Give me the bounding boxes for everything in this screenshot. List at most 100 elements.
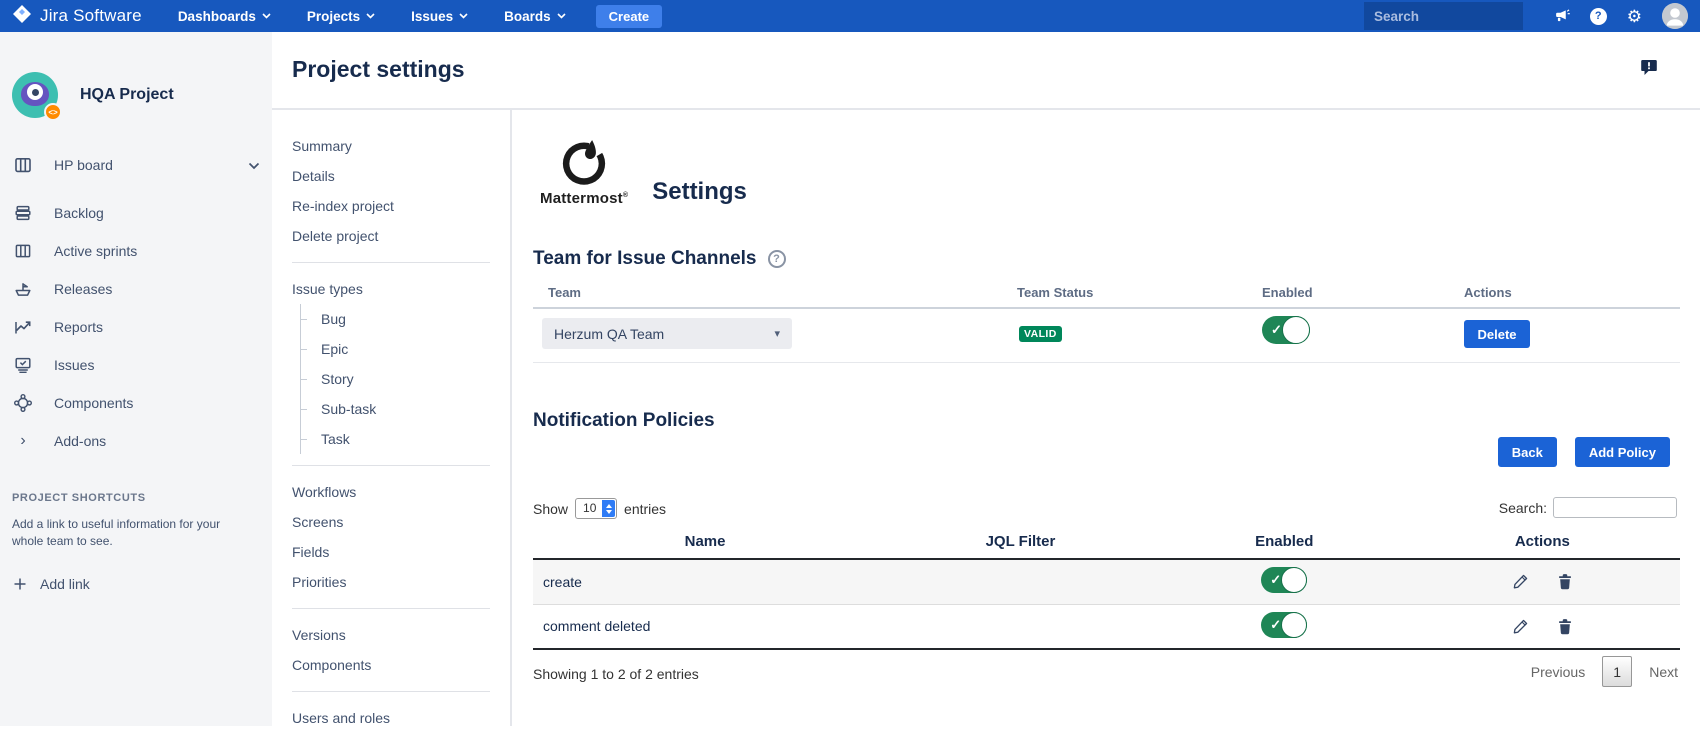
back-button[interactable]: Back	[1498, 437, 1557, 467]
code-badge-icon: <>	[44, 103, 62, 121]
gear-icon[interactable]: ⚙	[1627, 8, 1642, 25]
feedback-icon[interactable]	[1640, 58, 1658, 81]
pagination: Previous 1 Next	[1531, 656, 1678, 687]
col-jql[interactable]: JQL Filter	[877, 528, 1164, 559]
settings-nav-workflows[interactable]: Workflows	[292, 477, 510, 507]
divider	[292, 691, 490, 692]
check-icon: ✓	[1270, 617, 1281, 633]
sidebar-item-active-sprints[interactable]: Active sprints	[0, 232, 272, 270]
sprints-icon	[12, 240, 34, 262]
current-page-button[interactable]: 1	[1602, 656, 1632, 687]
help-circle-icon[interactable]: ?	[768, 250, 786, 268]
trash-icon[interactable]	[1557, 573, 1573, 590]
policy-name: create	[533, 559, 877, 604]
project-settings-nav: Summary Details Re-index project Delete …	[272, 110, 512, 726]
policies-search-input[interactable]	[1553, 497, 1677, 518]
user-avatar[interactable]	[1662, 3, 1688, 29]
col-name[interactable]: Name	[533, 528, 877, 559]
team-enabled-toggle[interactable]: ✓	[1262, 316, 1310, 344]
sidebar-menu: HP board Backlog Active sprints Releases	[0, 146, 272, 460]
col-actions[interactable]: Actions	[1405, 528, 1680, 559]
menu-boards[interactable]: Boards	[504, 9, 566, 24]
policy-enabled-toggle[interactable]: ✓	[1261, 612, 1307, 638]
sidebar-item-backlog[interactable]: Backlog	[0, 194, 272, 232]
check-icon: ✓	[1271, 322, 1282, 338]
col-enabled[interactable]: Enabled	[1164, 528, 1405, 559]
team-dropdown[interactable]: Herzum QA Team ▾	[542, 318, 792, 349]
select-stepper-icon	[602, 500, 615, 517]
megaphone-icon[interactable]	[1553, 8, 1570, 25]
main-menu: Dashboards Projects Issues Boards	[178, 9, 566, 24]
project-name: HQA Project	[80, 86, 174, 104]
trash-icon[interactable]	[1557, 618, 1573, 635]
sidebar-item-board-switcher[interactable]: HP board	[0, 146, 272, 184]
chevron-down-icon	[262, 13, 271, 19]
create-button[interactable]: Create	[596, 5, 662, 28]
menu-dashboards[interactable]: Dashboards	[178, 9, 271, 24]
settings-nav-versions[interactable]: Versions	[292, 620, 510, 650]
settings-nav-summary[interactable]: Summary	[292, 131, 510, 161]
settings-nav-priorities[interactable]: Priorities	[292, 567, 510, 597]
edit-pencil-icon[interactable]	[1512, 618, 1529, 635]
chevron-down-icon	[366, 13, 375, 19]
page-header: Project settings	[272, 32, 1700, 110]
chevron-right-icon: ›	[12, 432, 34, 450]
sidebar-item-add-ons[interactable]: › Add-ons	[0, 422, 272, 460]
next-page-button[interactable]: Next	[1649, 664, 1678, 680]
menu-projects[interactable]: Projects	[307, 9, 375, 24]
divider	[533, 307, 1680, 309]
settings-nav-details[interactable]: Details	[292, 161, 510, 191]
team-delete-button[interactable]: Delete	[1464, 320, 1530, 348]
sidebar-item-releases[interactable]: Releases	[0, 270, 272, 308]
add-link-button[interactable]: Add link	[12, 576, 260, 592]
sidebar-item-components[interactable]: Components	[0, 384, 272, 422]
mattermost-logo: Mattermost®	[540, 136, 628, 207]
search-input[interactable]	[1374, 9, 1555, 24]
team-col-status: Team Status	[1017, 285, 1093, 300]
jira-logo[interactable]: Jira Software	[12, 4, 142, 29]
issue-types-tree: Bug Epic Story Sub-task Task	[300, 304, 510, 454]
edit-pencil-icon[interactable]	[1512, 573, 1529, 590]
project-avatar[interactable]: <>	[12, 72, 58, 118]
backlog-icon	[12, 202, 34, 224]
table-info: Showing 1 to 2 of 2 entries	[533, 666, 699, 682]
policies-buttons: Back Add Policy	[1498, 437, 1670, 467]
top-navigation: Jira Software Dashboards Projects Issues…	[0, 0, 1700, 32]
settings-nav-fields[interactable]: Fields	[292, 537, 510, 567]
chevron-down-icon	[557, 13, 566, 19]
nav-utility-icons: ? ⚙	[1553, 0, 1688, 32]
page-length-select[interactable]: 10	[575, 498, 617, 519]
project-shortcuts-description: Add a link to useful information for you…	[12, 516, 237, 550]
settings-nav-bug[interactable]: Bug	[301, 304, 510, 334]
sidebar-item-reports[interactable]: Reports	[0, 308, 272, 346]
divider	[292, 262, 490, 263]
settings-nav-issue-types[interactable]: Issue types	[292, 274, 510, 304]
settings-nav-delete-project[interactable]: Delete project	[292, 221, 510, 251]
jira-logo-text: Jira Software	[40, 6, 142, 26]
sidebar-item-issues[interactable]: Issues	[0, 346, 272, 384]
settings-nav-components[interactable]: Components	[292, 650, 510, 680]
settings-nav-story[interactable]: Story	[301, 364, 510, 394]
policies-heading: Notification Policies	[533, 410, 715, 432]
policy-name: comment deleted	[533, 604, 877, 649]
table-row: create ✓	[533, 559, 1680, 604]
monitor-check-icon	[12, 354, 34, 376]
settings-nav-epic[interactable]: Epic	[301, 334, 510, 364]
chevron-down-icon	[459, 13, 468, 19]
policy-enabled-toggle[interactable]: ✓	[1261, 567, 1307, 593]
add-policy-button[interactable]: Add Policy	[1575, 437, 1670, 467]
settings-nav-task[interactable]: Task	[301, 424, 510, 454]
menu-issues[interactable]: Issues	[411, 9, 468, 24]
plus-icon	[12, 576, 28, 592]
puzzle-icon	[12, 392, 34, 414]
previous-page-button[interactable]: Previous	[1531, 664, 1585, 680]
settings-nav-subtask[interactable]: Sub-task	[301, 394, 510, 424]
settings-nav-reindex[interactable]: Re-index project	[292, 191, 510, 221]
settings-nav-screens[interactable]: Screens	[292, 507, 510, 537]
settings-nav-users-roles[interactable]: Users and roles	[292, 703, 510, 733]
policies-search: Search:	[1499, 497, 1677, 518]
help-icon[interactable]: ?	[1590, 8, 1607, 25]
mattermost-logo-icon	[558, 136, 610, 188]
team-col-enabled: Enabled	[1262, 285, 1313, 300]
project-shortcuts-heading: PROJECT SHORTCUTS	[12, 492, 260, 504]
